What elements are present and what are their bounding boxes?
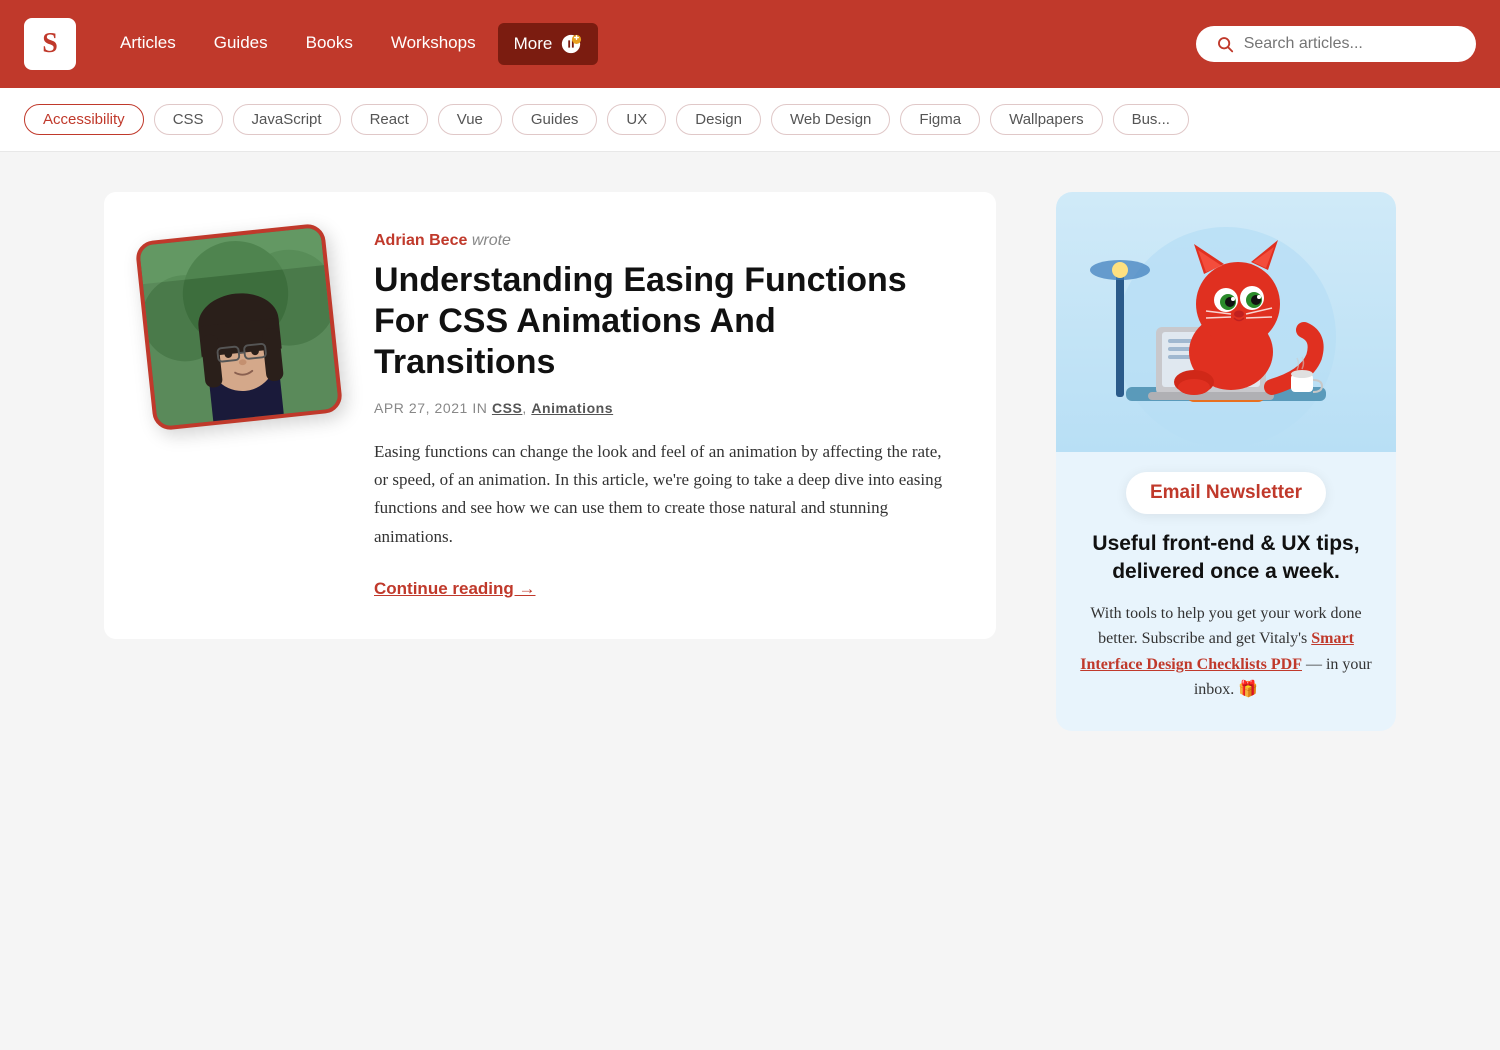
author-wrote: wrote (472, 232, 511, 249)
article-title: Understanding Easing Functions For CSS A… (374, 260, 948, 382)
site-logo[interactable]: S (24, 18, 76, 70)
nav-more[interactable]: More (498, 23, 599, 65)
article-date: APR 27, 2021 (374, 400, 468, 416)
tag-vue[interactable]: Vue (438, 104, 502, 135)
article-card: Adrian Bece wrote Understanding Easing F… (104, 192, 996, 639)
search-input[interactable] (1244, 35, 1456, 53)
newsletter-illustration (1056, 192, 1396, 452)
tag-react[interactable]: React (351, 104, 428, 135)
tag-bar: Accessibility CSS JavaScript React Vue G… (0, 88, 1500, 152)
search-bar[interactable] (1196, 26, 1476, 62)
newsletter-heading: Useful front-end & UX tips, delivered on… (1080, 530, 1372, 587)
sidebar: Email Newsletter Useful front-end & UX t… (1056, 192, 1396, 731)
tag-guides[interactable]: Guides (512, 104, 598, 135)
tag-wallpapers[interactable]: Wallpapers (990, 104, 1102, 135)
article-section: Adrian Bece wrote Understanding Easing F… (104, 192, 996, 639)
newsletter-badge-text: Email Newsletter (1150, 482, 1302, 503)
nav-books[interactable]: Books (290, 23, 369, 65)
author-line: Adrian Bece wrote (374, 232, 948, 250)
author-illustration (139, 223, 340, 431)
nav-guides[interactable]: Guides (198, 23, 284, 65)
main-nav: S Articles Guides Books Workshops More (0, 0, 1500, 88)
tag-accessibility[interactable]: Accessibility (24, 104, 144, 135)
tag-design[interactable]: Design (676, 104, 761, 135)
tag-webdesign[interactable]: Web Design (771, 104, 890, 135)
article-excerpt: Easing functions can change the look and… (374, 438, 948, 550)
author-name[interactable]: Adrian Bece (374, 232, 467, 249)
article-meta: APR 27, 2021 in CSS, Animations (374, 400, 948, 416)
article-category-css[interactable]: CSS (492, 400, 522, 416)
article-content: Adrian Bece wrote Understanding Easing F… (374, 232, 948, 599)
article-category-animations[interactable]: Animations (531, 400, 613, 416)
tag-figma[interactable]: Figma (900, 104, 980, 135)
more-icon (560, 33, 582, 55)
author-avatar (135, 223, 344, 432)
tag-css[interactable]: CSS (154, 104, 223, 135)
continue-reading-link[interactable]: Continue reading → (374, 579, 536, 598)
article-image-wrap (144, 232, 334, 422)
newsletter-badge: Email Newsletter (1126, 472, 1326, 514)
search-icon (1216, 34, 1234, 54)
main-content: Adrian Bece wrote Understanding Easing F… (80, 152, 1420, 771)
nav-articles[interactable]: Articles (104, 23, 192, 65)
newsletter-body: With tools to help you get your work don… (1080, 601, 1372, 703)
nav-workshops[interactable]: Workshops (375, 23, 492, 65)
cat-illustration (1076, 192, 1376, 452)
nav-links: Articles Guides Books Workshops More (104, 23, 1196, 65)
tag-javascript[interactable]: JavaScript (233, 104, 341, 135)
tag-bus[interactable]: Bus... (1113, 104, 1189, 135)
newsletter-card: Email Newsletter Useful front-end & UX t… (1056, 192, 1396, 731)
tag-ux[interactable]: UX (607, 104, 666, 135)
